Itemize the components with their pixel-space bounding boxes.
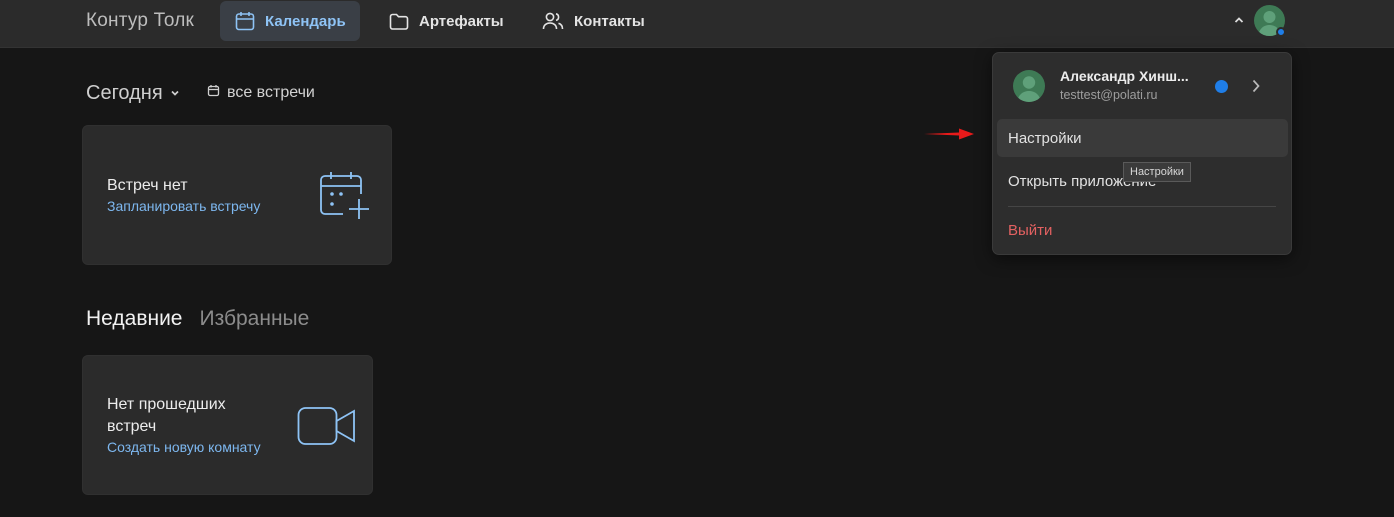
menu-avatar[interactable] [1013,70,1045,102]
recent-tabs: Недавние Избранные [86,307,309,331]
annotation-arrow-icon [923,127,975,146]
no-meetings-card: Встреч нет Запланировать встречу [82,125,392,265]
today-title: Сегодня [86,82,163,104]
users-icon [541,10,565,32]
menu-item-logout[interactable]: Выйти [997,211,1288,249]
all-meetings-link[interactable]: все встречи [207,84,315,102]
tab-favorites[interactable]: Избранные [199,307,309,331]
calendar-add-icon [319,172,373,227]
folder-icon [388,10,410,32]
no-meetings-title: Встреч нет [107,177,188,194]
menu-item-settings[interactable]: Настройки [997,119,1288,157]
status-indicator[interactable] [1215,80,1228,93]
today-dropdown[interactable]: Сегодня [86,82,181,105]
all-meetings-label: все встречи [227,84,315,101]
online-status-dot [1276,27,1286,37]
menu-divider [1008,206,1276,207]
user-email: testtest@polati.ru [1060,88,1158,102]
nav-contacts-label: Контакты [574,12,645,30]
chevron-up-icon[interactable] [1231,12,1247,28]
chevron-right-icon[interactable] [1250,78,1262,99]
nav-calendar[interactable]: Календарь [220,1,360,41]
user-name[interactable]: Александр Хинш... [1060,68,1189,84]
nav-calendar-label: Календарь [265,12,346,30]
video-camera-icon [297,406,357,451]
nav-artifacts-label: Артефакты [419,12,504,30]
tab-recent[interactable]: Недавние [86,307,182,331]
brand-logo[interactable]: Контур Толк [86,10,194,32]
nav-artifacts[interactable]: Артефакты [374,1,518,41]
no-past-meetings-card: Нет прошедших встреч Создать новую комна… [82,355,373,495]
nav-contacts[interactable]: Контакты [527,1,659,41]
no-past-meetings-title: Нет прошедших встреч [107,396,226,435]
user-menu: Александр Хинш... testtest@polati.ru Нас… [992,52,1292,255]
create-room-link[interactable]: Создать новую комнату [107,439,261,455]
top-bar: Контур Толк Календарь Артефакты Контакты [0,0,1394,48]
chevron-down-icon [169,82,181,105]
schedule-meeting-link[interactable]: Запланировать встречу [107,198,260,214]
calendar-small-icon [207,84,220,102]
settings-tooltip: Настройки [1123,162,1191,182]
calendar-icon [234,10,256,32]
user-icon [1017,76,1041,102]
